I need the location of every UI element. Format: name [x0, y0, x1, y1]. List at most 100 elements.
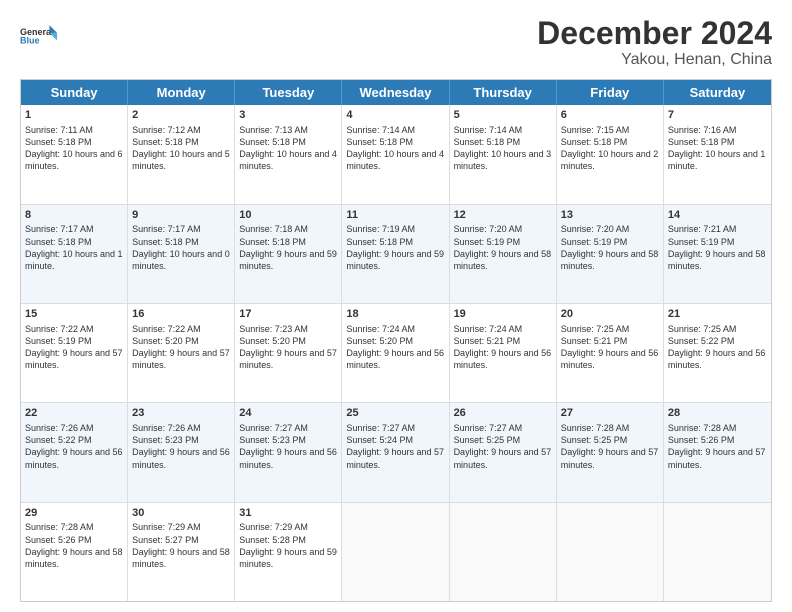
day-number: 16 [132, 307, 230, 322]
calendar-row: 29Sunrise: 7:28 AMSunset: 5:26 PMDayligh… [21, 502, 771, 601]
calendar-cell: 5Sunrise: 7:14 AMSunset: 5:18 PMDaylight… [450, 105, 557, 203]
sun-info: Sunrise: 7:27 AMSunset: 5:25 PMDaylight:… [454, 422, 552, 471]
day-number: 3 [239, 108, 337, 123]
calendar-cell: 30Sunrise: 7:29 AMSunset: 5:27 PMDayligh… [128, 503, 235, 601]
calendar-cell: 25Sunrise: 7:27 AMSunset: 5:24 PMDayligh… [342, 403, 449, 501]
calendar-cell: 26Sunrise: 7:27 AMSunset: 5:25 PMDayligh… [450, 403, 557, 501]
calendar-cell: 15Sunrise: 7:22 AMSunset: 5:19 PMDayligh… [21, 304, 128, 402]
calendar-cell [342, 503, 449, 601]
calendar-cell: 1Sunrise: 7:11 AMSunset: 5:18 PMDaylight… [21, 105, 128, 203]
day-number: 17 [239, 307, 337, 322]
sun-info: Sunrise: 7:16 AMSunset: 5:18 PMDaylight:… [668, 124, 767, 173]
title-block: December 2024 Yakou, Henan, China [537, 16, 772, 69]
sun-info: Sunrise: 7:12 AMSunset: 5:18 PMDaylight:… [132, 124, 230, 173]
sun-info: Sunrise: 7:25 AMSunset: 5:22 PMDaylight:… [668, 323, 767, 372]
day-of-week-monday: Monday [128, 80, 235, 105]
sun-info: Sunrise: 7:24 AMSunset: 5:20 PMDaylight:… [346, 323, 444, 372]
day-number: 23 [132, 406, 230, 421]
sun-info: Sunrise: 7:27 AMSunset: 5:24 PMDaylight:… [346, 422, 444, 471]
sun-info: Sunrise: 7:15 AMSunset: 5:18 PMDaylight:… [561, 124, 659, 173]
calendar-cell: 27Sunrise: 7:28 AMSunset: 5:25 PMDayligh… [557, 403, 664, 501]
header: General Blue December 2024 Yakou, Henan,… [20, 16, 772, 69]
day-number: 9 [132, 208, 230, 223]
day-number: 1 [25, 108, 123, 123]
day-of-week-thursday: Thursday [450, 80, 557, 105]
calendar-cell: 8Sunrise: 7:17 AMSunset: 5:18 PMDaylight… [21, 205, 128, 303]
calendar-cell: 23Sunrise: 7:26 AMSunset: 5:23 PMDayligh… [128, 403, 235, 501]
page: General Blue December 2024 Yakou, Henan,… [0, 0, 792, 612]
day-number: 22 [25, 406, 123, 421]
sun-info: Sunrise: 7:11 AMSunset: 5:18 PMDaylight:… [25, 124, 123, 173]
calendar-cell: 17Sunrise: 7:23 AMSunset: 5:20 PMDayligh… [235, 304, 342, 402]
sun-info: Sunrise: 7:22 AMSunset: 5:19 PMDaylight:… [25, 323, 123, 372]
sun-info: Sunrise: 7:21 AMSunset: 5:19 PMDaylight:… [668, 223, 767, 272]
day-number: 28 [668, 406, 767, 421]
calendar-cell: 14Sunrise: 7:21 AMSunset: 5:19 PMDayligh… [664, 205, 771, 303]
day-number: 15 [25, 307, 123, 322]
calendar-cell: 7Sunrise: 7:16 AMSunset: 5:18 PMDaylight… [664, 105, 771, 203]
day-number: 5 [454, 108, 552, 123]
day-number: 21 [668, 307, 767, 322]
calendar-cell [450, 503, 557, 601]
calendar-cell: 2Sunrise: 7:12 AMSunset: 5:18 PMDaylight… [128, 105, 235, 203]
calendar-cell: 19Sunrise: 7:24 AMSunset: 5:21 PMDayligh… [450, 304, 557, 402]
sun-info: Sunrise: 7:29 AMSunset: 5:28 PMDaylight:… [239, 521, 337, 570]
logo: General Blue [20, 16, 58, 54]
sun-info: Sunrise: 7:25 AMSunset: 5:21 PMDaylight:… [561, 323, 659, 372]
sun-info: Sunrise: 7:17 AMSunset: 5:18 PMDaylight:… [25, 223, 123, 272]
day-of-week-tuesday: Tuesday [235, 80, 342, 105]
calendar-row: 1Sunrise: 7:11 AMSunset: 5:18 PMDaylight… [21, 105, 771, 203]
day-number: 25 [346, 406, 444, 421]
day-number: 26 [454, 406, 552, 421]
day-number: 7 [668, 108, 767, 123]
sun-info: Sunrise: 7:28 AMSunset: 5:25 PMDaylight:… [561, 422, 659, 471]
calendar-cell: 20Sunrise: 7:25 AMSunset: 5:21 PMDayligh… [557, 304, 664, 402]
day-number: 2 [132, 108, 230, 123]
calendar-cell: 24Sunrise: 7:27 AMSunset: 5:23 PMDayligh… [235, 403, 342, 501]
calendar-row: 8Sunrise: 7:17 AMSunset: 5:18 PMDaylight… [21, 204, 771, 303]
day-number: 6 [561, 108, 659, 123]
calendar-cell: 22Sunrise: 7:26 AMSunset: 5:22 PMDayligh… [21, 403, 128, 501]
sun-info: Sunrise: 7:17 AMSunset: 5:18 PMDaylight:… [132, 223, 230, 272]
day-number: 14 [668, 208, 767, 223]
day-number: 13 [561, 208, 659, 223]
calendar-cell: 11Sunrise: 7:19 AMSunset: 5:18 PMDayligh… [342, 205, 449, 303]
day-of-week-sunday: Sunday [21, 80, 128, 105]
calendar-cell: 3Sunrise: 7:13 AMSunset: 5:18 PMDaylight… [235, 105, 342, 203]
sun-info: Sunrise: 7:23 AMSunset: 5:20 PMDaylight:… [239, 323, 337, 372]
sun-info: Sunrise: 7:14 AMSunset: 5:18 PMDaylight:… [454, 124, 552, 173]
calendar-cell: 10Sunrise: 7:18 AMSunset: 5:18 PMDayligh… [235, 205, 342, 303]
calendar-cell: 18Sunrise: 7:24 AMSunset: 5:20 PMDayligh… [342, 304, 449, 402]
calendar-cell: 4Sunrise: 7:14 AMSunset: 5:18 PMDaylight… [342, 105, 449, 203]
calendar-cell: 28Sunrise: 7:28 AMSunset: 5:26 PMDayligh… [664, 403, 771, 501]
calendar-cell: 16Sunrise: 7:22 AMSunset: 5:20 PMDayligh… [128, 304, 235, 402]
day-number: 19 [454, 307, 552, 322]
day-number: 31 [239, 506, 337, 521]
sun-info: Sunrise: 7:14 AMSunset: 5:18 PMDaylight:… [346, 124, 444, 173]
day-of-week-saturday: Saturday [664, 80, 771, 105]
day-number: 24 [239, 406, 337, 421]
calendar-cell [557, 503, 664, 601]
calendar: SundayMondayTuesdayWednesdayThursdayFrid… [20, 79, 772, 602]
sun-info: Sunrise: 7:20 AMSunset: 5:19 PMDaylight:… [454, 223, 552, 272]
sun-info: Sunrise: 7:24 AMSunset: 5:21 PMDaylight:… [454, 323, 552, 372]
svg-text:Blue: Blue [20, 35, 40, 45]
page-title: December 2024 [537, 16, 772, 51]
day-number: 12 [454, 208, 552, 223]
sun-info: Sunrise: 7:28 AMSunset: 5:26 PMDaylight:… [668, 422, 767, 471]
day-number: 20 [561, 307, 659, 322]
sun-info: Sunrise: 7:19 AMSunset: 5:18 PMDaylight:… [346, 223, 444, 272]
page-subtitle: Yakou, Henan, China [537, 51, 772, 69]
calendar-cell: 29Sunrise: 7:28 AMSunset: 5:26 PMDayligh… [21, 503, 128, 601]
sun-info: Sunrise: 7:28 AMSunset: 5:26 PMDaylight:… [25, 521, 123, 570]
calendar-row: 15Sunrise: 7:22 AMSunset: 5:19 PMDayligh… [21, 303, 771, 402]
day-number: 8 [25, 208, 123, 223]
day-number: 11 [346, 208, 444, 223]
calendar-cell: 6Sunrise: 7:15 AMSunset: 5:18 PMDaylight… [557, 105, 664, 203]
day-number: 18 [346, 307, 444, 322]
calendar-cell: 21Sunrise: 7:25 AMSunset: 5:22 PMDayligh… [664, 304, 771, 402]
day-of-week-friday: Friday [557, 80, 664, 105]
calendar-cell [664, 503, 771, 601]
logo-image: General Blue [20, 16, 58, 54]
calendar-cell: 13Sunrise: 7:20 AMSunset: 5:19 PMDayligh… [557, 205, 664, 303]
